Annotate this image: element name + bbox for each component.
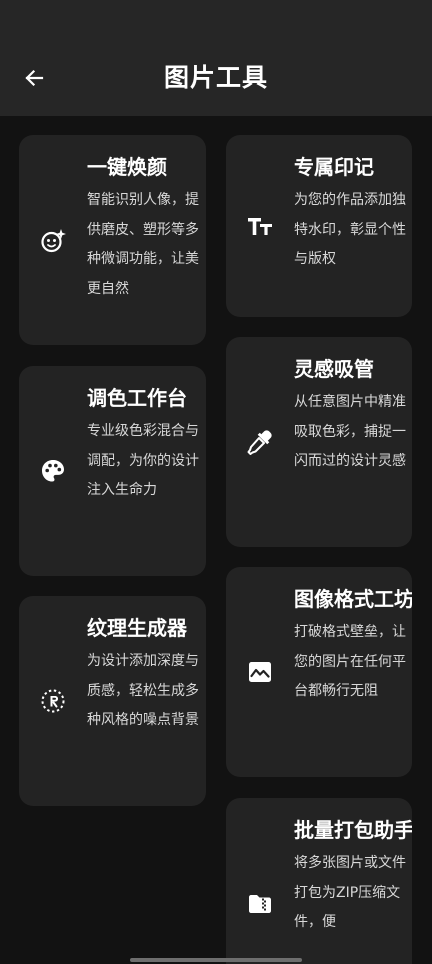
texture-icon <box>39 687 67 715</box>
tool-card-description: 从任意图片中精准吸取色彩，捕捉一闪而过的设计灵感 <box>294 394 406 469</box>
tool-card-description: 将多张图片或文件打包为ZIP压缩文件，便 <box>294 855 406 930</box>
tool-card-description: 为设计添加深度与质感，轻松生成多种风格的噪点背景 <box>87 653 199 728</box>
tool-card-zip[interactable]: 批量打包助手 将多张图片或文件打包为ZIP压缩文件，便 <box>226 798 412 964</box>
zip-folder-icon <box>246 890 274 918</box>
eyedropper-icon <box>246 428 274 456</box>
tools-page: 图片工具 一键焕颜 智能识别人像，提供磨皮、塑形等多种微调功能，让美更自然 专属… <box>0 0 432 964</box>
app-bar: 图片工具 <box>0 0 432 116</box>
tool-card-text: 批量打包助手 将多张图片或文件打包为ZIP压缩文件，便 <box>294 816 412 938</box>
image-icon <box>246 658 274 686</box>
tool-card-description: 智能识别人像，提供磨皮、塑形等多种微调功能，让美更自然 <box>87 192 199 297</box>
face-sparkle-icon <box>39 227 67 255</box>
tool-card-text: 图像格式工坊 打破格式壁垒，让您的图片在任何平台都畅行无阻 <box>294 585 412 707</box>
tool-card-title: 图像格式工坊 <box>294 587 412 611</box>
text-size-icon <box>246 212 274 240</box>
tool-card-text: 纹理生成器 为设计添加深度与质感，轻松生成多种风格的噪点背景 <box>87 614 206 736</box>
tool-card-text: 一键焕颜 智能识别人像，提供磨皮、塑形等多种微调功能，让美更自然 <box>87 153 206 304</box>
tool-card-eyedropper[interactable]: 灵感吸管 从任意图片中精准吸取色彩，捕捉一闪而过的设计灵感 <box>226 337 412 547</box>
tool-card-format-converter[interactable]: 图像格式工坊 打破格式壁垒，让您的图片在任何平台都畅行无阻 <box>226 567 412 777</box>
palette-icon <box>39 457 67 485</box>
tool-card-title: 纹理生成器 <box>87 616 187 640</box>
tool-card-title: 灵感吸管 <box>294 357 374 381</box>
tool-card-title: 专属印记 <box>294 155 374 179</box>
home-indicator <box>130 958 302 962</box>
tool-card-title: 批量打包助手 <box>294 818 412 842</box>
tool-card-text: 灵感吸管 从任意图片中精准吸取色彩，捕捉一闪而过的设计灵感 <box>294 355 412 477</box>
tool-card-text: 专属印记 为您的作品添加独特水印，彰显个性与版权 <box>294 153 412 275</box>
tool-card-title: 调色工作台 <box>87 386 187 410</box>
tool-card-watermark[interactable]: 专属印记 为您的作品添加独特水印，彰显个性与版权 <box>226 135 412 317</box>
tool-card-beauty[interactable]: 一键焕颜 智能识别人像，提供磨皮、塑形等多种微调功能，让美更自然 <box>19 135 206 345</box>
tool-card-title: 一键焕颜 <box>87 155 167 179</box>
tool-card-text: 调色工作台 专业级色彩混合与调配，为你的设计注入生命力 <box>87 384 206 506</box>
tool-card-description: 专业级色彩混合与调配，为你的设计注入生命力 <box>87 423 199 498</box>
tool-card-description: 为您的作品添加独特水印，彰显个性与版权 <box>294 192 406 267</box>
tool-card-color-mixer[interactable]: 调色工作台 专业级色彩混合与调配，为你的设计注入生命力 <box>19 366 206 576</box>
tool-card-description: 打破格式壁垒，让您的图片在任何平台都畅行无阻 <box>294 624 406 699</box>
page-title: 图片工具 <box>163 63 268 92</box>
tool-card-texture[interactable]: 纹理生成器 为设计添加深度与质感，轻松生成多种风格的噪点背景 <box>19 596 206 806</box>
